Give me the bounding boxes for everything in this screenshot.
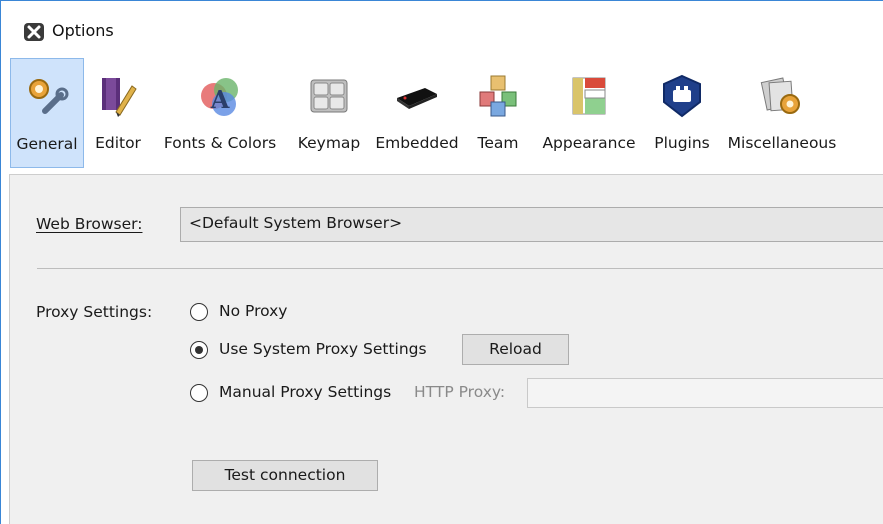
plugin-icon — [663, 74, 701, 118]
chip-icon — [397, 88, 437, 109]
misc-gear-icon — [760, 77, 800, 114]
system-proxy-label[interactable]: Use System Proxy Settings — [219, 340, 427, 358]
tab-label: Plugins — [654, 134, 710, 152]
tab-label: Team — [477, 134, 519, 152]
no-proxy-label[interactable]: No Proxy — [219, 302, 287, 320]
web-browser-label-text: Web Browser: — [36, 215, 143, 233]
tab-label: General — [16, 135, 78, 153]
tab-general[interactable]: General — [10, 58, 84, 168]
tab-keymap[interactable]: Keymap — [292, 58, 366, 168]
tab-plugins[interactable]: Plugins — [648, 58, 716, 168]
http-proxy-input[interactable] — [527, 378, 883, 408]
tab-team[interactable]: Team — [468, 58, 528, 168]
test-connection-button[interactable]: Test connection — [192, 460, 378, 491]
tab-label: Editor — [95, 134, 141, 152]
tab-miscellaneous[interactable]: Miscellaneous — [720, 58, 844, 168]
tab-label: Miscellaneous — [727, 134, 837, 152]
title-bar: Options — [0, 0, 883, 56]
tab-embedded[interactable]: Embedded — [370, 58, 464, 168]
tab-editor[interactable]: Editor — [88, 58, 148, 168]
team-cubes-icon — [479, 75, 517, 117]
tab-appearance[interactable]: Appearance — [534, 58, 644, 168]
tab-label: Embedded — [375, 134, 459, 152]
wrench-gear-icon — [29, 79, 69, 114]
book-pencil-icon — [102, 78, 137, 117]
reload-button[interactable]: Reload — [462, 334, 569, 365]
no-proxy-radio[interactable] — [190, 303, 208, 321]
tab-label: Keymap — [297, 134, 361, 152]
tab-fonts-colors[interactable]: A Fonts & Colors — [152, 58, 288, 168]
tab-label: Appearance — [542, 134, 636, 152]
web-browser-combo[interactable]: <Default System Browser> — [180, 207, 883, 242]
appearance-layout-icon — [572, 77, 606, 115]
system-proxy-radio[interactable] — [190, 341, 208, 359]
fonts-colors-icon: A — [201, 78, 238, 116]
http-proxy-label: HTTP Proxy: — [414, 383, 506, 401]
radio-selected-dot — [195, 346, 203, 354]
manual-proxy-label[interactable]: Manual Proxy Settings — [219, 383, 391, 401]
category-toolbar: General Editor A Fonts & Colors Keymap E… — [0, 56, 883, 174]
separator — [37, 268, 883, 269]
general-panel: Web Browser: <Default System Browser> Pr… — [9, 174, 883, 524]
svg-text:A: A — [210, 85, 230, 114]
tab-label: Fonts & Colors — [163, 134, 277, 152]
netbeans-icon — [24, 23, 44, 41]
keyboard-icon — [310, 79, 348, 113]
manual-proxy-radio[interactable] — [190, 384, 208, 402]
window-title: Options — [52, 21, 114, 40]
web-browser-label: Web Browser: — [36, 215, 142, 233]
proxy-settings-label: Proxy Settings: — [36, 303, 153, 321]
